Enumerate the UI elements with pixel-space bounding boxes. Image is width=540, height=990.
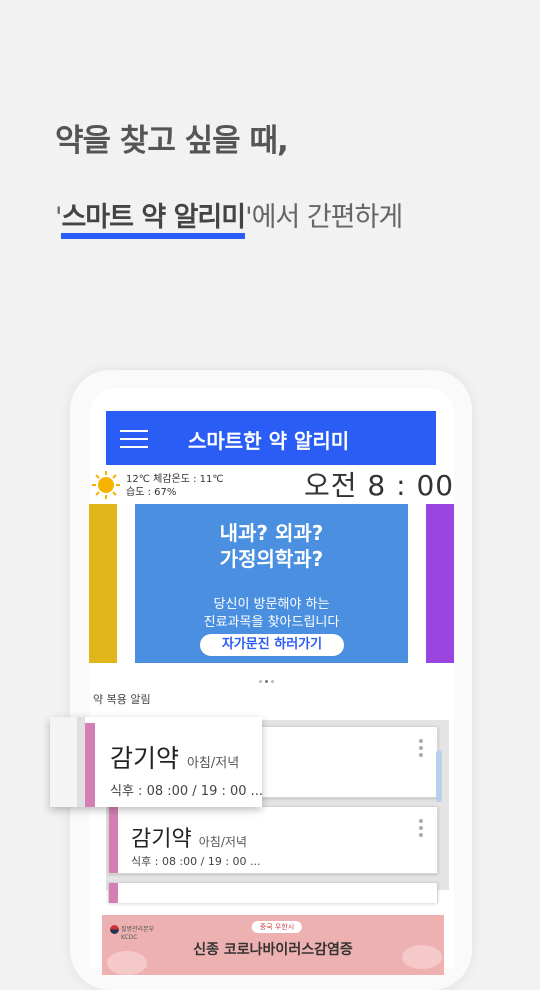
headline-rest: 에서 간편하게 [251,202,404,233]
ad-title: 신종 코로나바이러스감염증 [193,942,353,958]
medication-name: 감기약 아침/저녁 [110,744,240,773]
app-bar: 스마트한 약 알리미 [106,411,436,465]
scrollbar[interactable] [436,750,442,802]
weather-info: 12℃ 체감온도 : 11℃ 습도 : 67% [126,473,224,499]
medication-card[interactable] [108,882,438,903]
banner-description: 당신이 방문해야 하는 진료과목을 찾아드립니다 [135,596,408,632]
clock: 오전 8 : 00 [304,469,455,502]
banner-desc-line1: 당신이 방문해야 하는 [213,597,330,612]
medication-period: 아침/저녁 [198,835,247,849]
sun-icon [92,471,120,499]
section-label: 약 복용 알림 [93,693,151,706]
pill-color-bar [85,723,95,807]
headline-line2: '스마트 약 알리미'에서 간편하게 [55,195,404,239]
weather-humidity: 습도 : 67% [126,487,177,498]
pill-color-bar [109,807,118,873]
medication-time: 식후 : 08 :00 / 19 : 00 ... [131,855,261,868]
banner-title-line1: 내과? 외과? [219,521,324,545]
headline-line1: 약을 찾고 싶을 때, [55,123,289,159]
carousel-banner[interactable]: 내과? 외과? 가정의학과? 당신이 방문해야 하는 진료과목을 찾아드립니다 … [135,504,408,663]
pill-color-bar [109,883,118,903]
banner-desc-line2: 진료과목을 찾아드립니다 [203,615,340,630]
headline-highlight: 스마트 약 알리미 [61,202,246,239]
more-options-icon[interactable] [419,819,423,840]
medication-name: 감기약 아침/저녁 [131,827,247,852]
carousel-next-card[interactable] [426,504,454,663]
carousel-dot-active[interactable] [265,680,268,683]
self-diagnosis-button[interactable]: 자가문진 하러가기 [200,634,344,656]
menu-icon[interactable] [120,430,148,448]
weather-temperature: 12℃ 체감온도 : 11℃ [126,474,224,485]
medication-period: 아침/저녁 [186,756,240,771]
banner-title-line2: 가정의학과? [219,547,324,571]
banner-title: 내과? 외과? 가정의학과? [135,520,408,572]
medication-card-dragging[interactable]: 감기약 아침/저녁 식후 : 08 :00 / 19 : 00 ... [50,717,264,807]
carousel-prev-card[interactable] [89,504,117,663]
app-title: 스마트한 약 알리미 [188,429,350,453]
more-options-icon[interactable] [419,739,423,760]
medication-time: 식후 : 08 :00 / 19 : 00 ... [110,784,264,799]
carousel-dot[interactable] [271,680,274,683]
medication-card[interactable]: 감기약 아침/저녁 식후 : 08 :00 / 19 : 00 ... [108,806,438,874]
ad-badge: 중국 우한시 [251,921,303,933]
carousel-indicator [259,668,277,683]
ad-banner[interactable]: 질병관리본부 KCDC 중국 우한시 신종 코로나바이러스감염증 [102,915,444,975]
carousel-dot[interactable] [259,680,262,683]
